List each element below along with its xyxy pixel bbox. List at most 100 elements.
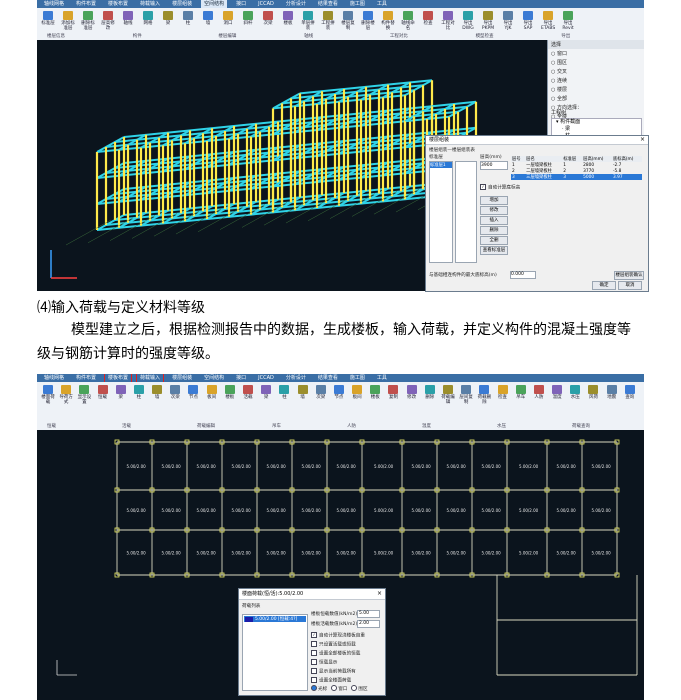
ribbon-tab[interactable]: 构件布置 — [73, 0, 99, 8]
option-checkbox[interactable]: 设置全楼面荷载 — [311, 677, 351, 684]
dialog-action-button[interactable]: 插入 — [480, 216, 508, 225]
ribbon-button[interactable]: 导出DWG — [461, 10, 475, 31]
base-elev-input[interactable]: 0.000 — [510, 271, 536, 279]
ribbon-button[interactable]: 梁 — [114, 384, 128, 400]
ribbon-button[interactable]: 删除 — [423, 384, 437, 400]
ribbon-tab[interactable]: JCCAD — [255, 0, 277, 8]
ribbon-button[interactable]: 荷载编辑 — [441, 384, 455, 405]
ribbon-button[interactable]: 楼板 — [281, 10, 295, 26]
ribbon-button[interactable]: 构件替换 — [381, 10, 395, 31]
side-panel-option[interactable]: ○ 全部 — [548, 94, 644, 103]
ribbon-button[interactable]: 水压 — [568, 384, 582, 400]
floor-table[interactable]: 层号 层名 标准层 层高(mm) 底标高(m) 1 一层墙梁板柱 1 2800 -2.7 2 二层墙… — [511, 156, 642, 180]
ribbon-tab[interactable]: 楼板布置 — [105, 0, 131, 8]
load-list-item[interactable]: 5.00/2.00 [恒载:4?] — [244, 616, 306, 622]
ribbon-button[interactable]: 楼板 — [223, 384, 237, 400]
floor-count-list[interactable] — [455, 161, 477, 263]
ribbon-tab[interactable]: JCCAD — [255, 374, 277, 382]
table-row[interactable]: 3 三层墙梁板柱 3 5000 3.97 — [511, 174, 642, 180]
ribbon-button[interactable]: 轴线命名 — [401, 10, 415, 31]
ribbon-tab[interactable]: 工具 — [374, 0, 390, 8]
ribbon-button[interactable]: 工程对比 — [441, 10, 455, 31]
ribbon-button[interactable]: 荷载删除 — [477, 384, 491, 405]
option-checkbox[interactable]: 设置全部楼板的恒载 — [311, 650, 360, 657]
ribbon-button[interactable]: 板间 — [205, 384, 219, 400]
ok-button[interactable]: 确定 — [592, 281, 616, 290]
cancel-button[interactable]: 取消 — [618, 281, 642, 290]
close-icon[interactable]: × — [377, 589, 382, 599]
ribbon-button[interactable]: 柱 — [181, 10, 195, 26]
std-selected[interactable]: 标准层1 — [430, 162, 452, 168]
ribbon-button[interactable]: 墙 — [201, 10, 215, 26]
ribbon-button[interactable]: 显示设置 — [77, 384, 91, 405]
ribbon-tab[interactable]: 空间结构 — [201, 374, 227, 382]
ribbon-button[interactable]: 墙 — [296, 384, 310, 400]
ribbon-button[interactable]: 梁 — [259, 384, 273, 400]
ribbon-tab[interactable]: 接口 — [233, 374, 249, 382]
ribbon-tab[interactable]: 分析设计 — [283, 374, 309, 382]
option-checkbox[interactable]: ✓ 自动计算现浇楼板自重 — [311, 632, 365, 639]
tree-item[interactable]: ▾ 构件截面 — [552, 119, 641, 126]
ribbon-button[interactable]: 人防 — [532, 384, 546, 400]
ribbon-button[interactable]: 梁 — [161, 10, 175, 26]
ribbon-tab[interactable]: 空间结构 — [201, 0, 228, 8]
ribbon-tab[interactable]: 楼层组装 — [169, 374, 195, 382]
dialog-action-button[interactable]: 删除 — [480, 226, 508, 235]
live-load-input[interactable]: 2.00 — [357, 620, 380, 628]
ribbon-button[interactable]: 次梁 — [314, 384, 328, 400]
ribbon-tab[interactable]: 工具 — [374, 374, 390, 382]
ribbon-tab[interactable]: 接口 — [233, 0, 249, 8]
ribbon-button[interactable]: 单层拼装 — [301, 10, 315, 31]
ribbon-button[interactable]: 复制 — [386, 384, 400, 400]
radio-option[interactable]: 窗口 — [331, 685, 347, 692]
ribbon-button[interactable]: 节点 — [186, 384, 200, 400]
ribbon-button[interactable]: 添加标准层 — [61, 10, 75, 31]
ribbon-tab[interactable]: 楼层组装 — [169, 0, 195, 8]
ribbon-tab[interactable]: 结果查看 — [315, 0, 341, 8]
ribbon-tab[interactable]: 轴线网格 — [41, 0, 67, 8]
ribbon-button[interactable]: 温度 — [550, 384, 564, 400]
ribbon-tab[interactable]: 荷载输入 — [137, 0, 163, 8]
ribbon-button[interactable]: 恒载 — [96, 384, 110, 400]
ribbon-button[interactable]: 板间 — [350, 384, 364, 400]
ribbon-button[interactable]: 检查 — [421, 10, 435, 26]
auto-calc-check[interactable]: ✓ 自动计算底标高 — [480, 184, 520, 191]
ribbon-button[interactable]: 次梁 — [261, 10, 275, 26]
radio-option[interactable]: 围区 — [351, 685, 368, 692]
option-checkbox[interactable]: 只设置活载或恒载 — [311, 641, 356, 648]
option-checkbox[interactable]: 显示当前荷载所有 — [311, 668, 356, 675]
ribbon-button[interactable]: 删除标准层 — [81, 10, 95, 31]
tree-item[interactable]: · 梁 — [552, 126, 641, 133]
side-panel-option[interactable]: ○ 连续 — [548, 76, 644, 85]
ribbon-button[interactable]: 吊车 — [514, 384, 528, 400]
confirm-assembly-button[interactable]: 楼层组装确认 — [614, 271, 644, 280]
ribbon-button[interactable]: 风荷 — [586, 384, 600, 400]
ribbon-button[interactable]: 删除楼层 — [361, 10, 375, 31]
load-list[interactable]: 5.00/2.00 [恒载:4?] — [242, 614, 308, 691]
ribbon-button[interactable]: 轴线 — [121, 10, 135, 26]
ribbon-button[interactable]: 节点 — [332, 384, 346, 400]
ribbon-button[interactable]: 修改 — [405, 384, 419, 400]
ribbon-button[interactable]: 导出Revit — [561, 10, 575, 31]
dialog-action-button[interactable]: 查看标准层 — [480, 246, 508, 255]
ribbon-button[interactable]: 斜杆 — [241, 10, 255, 26]
ribbon-tab[interactable]: 荷载输入 — [136, 374, 165, 383]
ribbon-button[interactable]: 楼层复制 — [341, 10, 355, 31]
ribbon-tab[interactable]: 结果查看 — [315, 374, 341, 382]
ribbon-button[interactable]: 导出PKPM — [481, 10, 495, 31]
ribbon-button[interactable]: 次梁 — [168, 384, 182, 400]
ribbon-button[interactable]: 墙 — [150, 384, 164, 400]
std-list[interactable]: 标准层1 — [429, 161, 453, 263]
ribbon-tab[interactable]: 轴线网格 — [41, 374, 67, 382]
ribbon-button[interactable]: 楼板 — [368, 384, 382, 400]
dialog-action-button[interactable]: 增加 — [480, 196, 508, 205]
ribbon-button[interactable]: 活载 — [241, 384, 255, 400]
ribbon-button[interactable]: 柱 — [277, 384, 291, 400]
side-panel-option[interactable]: ○ 交叉 — [548, 67, 644, 76]
ribbon-button[interactable]: 查询 — [623, 384, 637, 400]
ribbon-button[interactable]: 导荷方式 — [59, 384, 73, 405]
ribbon-button[interactable]: 层间复制 — [459, 384, 473, 405]
ribbon-button[interactable]: 楼面荷载 — [41, 384, 55, 405]
ribbon-button[interactable]: 导出YJK — [501, 10, 515, 31]
dialog-action-button[interactable]: 修改 — [480, 206, 508, 215]
